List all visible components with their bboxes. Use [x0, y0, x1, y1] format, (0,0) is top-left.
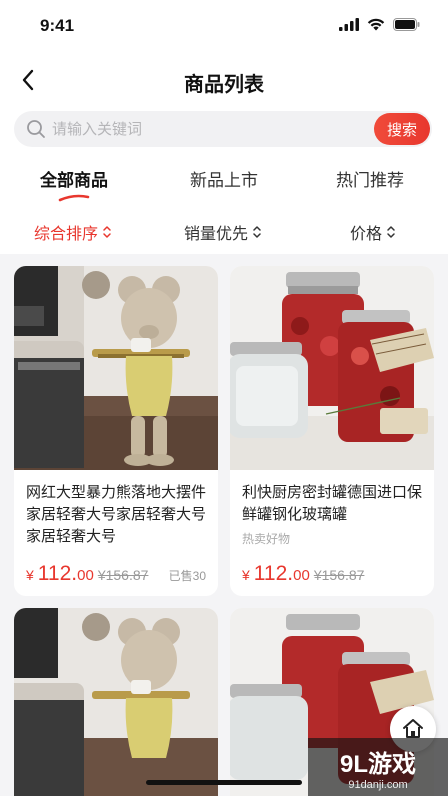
tab-new-arrivals[interactable]: 新品上市: [164, 166, 284, 191]
product-image-jars: [230, 266, 434, 470]
sort-toggle-icon: [253, 226, 261, 238]
sort-toggle-icon: [103, 226, 111, 238]
search-button[interactable]: 搜索: [374, 113, 430, 145]
signal-icon: [339, 18, 359, 31]
price-cents: 00: [293, 567, 310, 584]
status-icons: [339, 18, 420, 31]
product-card[interactable]: [14, 608, 218, 796]
original-price: ¥156.87: [313, 567, 365, 583]
product-title: 网红大型暴力熊落地大摆件家居轻奢大号家居轻奢大号家居轻奢大号: [26, 484, 206, 545]
product-tag: 热卖好物: [242, 532, 291, 546]
price-row: ¥ 112. 00 ¥156.87 已售30: [26, 562, 206, 586]
watermark-url: 91danji.com: [348, 778, 408, 791]
sort-label: 销量优先: [184, 226, 249, 243]
watermark: 9L游戏 91danji.com: [308, 738, 448, 796]
category-tabs: 全部商品 新品上市 热门推荐: [0, 152, 448, 206]
currency-symbol: ¥: [242, 567, 250, 583]
product-image-bear: [14, 266, 218, 470]
sort-label: 综合排序: [34, 226, 99, 243]
watermark-logo: 9L游戏: [339, 750, 416, 778]
price-row: ¥ 112. 00 ¥156.87: [242, 562, 422, 586]
home-indicator: [146, 780, 302, 785]
product-image-bear: [14, 608, 218, 796]
wifi-icon: [367, 18, 385, 31]
product-card[interactable]: 利快厨房密封罐德国进口保鲜罐钢化玻璃罐 热卖好物 ¥ 112. 00 ¥156.…: [230, 266, 434, 596]
tab-label: 热门推荐: [336, 171, 404, 190]
sort-comprehensive[interactable]: 综合排序: [34, 220, 112, 244]
tab-label: 新品上市: [190, 171, 258, 190]
battery-icon: [393, 18, 420, 31]
page-title: 商品列表: [184, 74, 264, 96]
sold-count: 已售30: [168, 569, 206, 583]
product-grid: 网红大型暴力熊落地大摆件家居轻奢大号家居轻奢大号家居轻奢大号 ¥ 112. 00…: [0, 254, 448, 796]
original-price: ¥156.87: [97, 567, 149, 583]
search-box: 搜索: [14, 111, 432, 147]
search-icon: [27, 120, 45, 138]
price: 112.: [37, 562, 78, 585]
product-card[interactable]: 网红大型暴力熊落地大摆件家居轻奢大号家居轻奢大号家居轻奢大号 ¥ 112. 00…: [14, 266, 218, 596]
sort-label: 价格: [350, 226, 383, 243]
sort-sales[interactable]: 销量优先: [184, 220, 262, 244]
search-input[interactable]: [52, 111, 372, 147]
nav-bar: 商品列表: [0, 52, 448, 108]
sort-price[interactable]: 价格: [350, 220, 396, 244]
tab-all-products[interactable]: 全部商品: [14, 166, 134, 202]
tab-hot-picks[interactable]: 热门推荐: [310, 166, 430, 191]
sort-toggle-icon: [387, 226, 395, 238]
tab-active-indicator: [58, 194, 90, 202]
status-time: 9:41: [40, 16, 75, 35]
price-cents: 00: [77, 567, 94, 584]
search-bar: 搜索: [0, 108, 448, 152]
status-bar: 9:41: [0, 0, 448, 52]
tab-label: 全部商品: [40, 171, 108, 190]
price: 112.: [253, 562, 294, 585]
currency-symbol: ¥: [26, 567, 34, 583]
sort-bar: 综合排序 销量优先 价格: [0, 206, 448, 254]
